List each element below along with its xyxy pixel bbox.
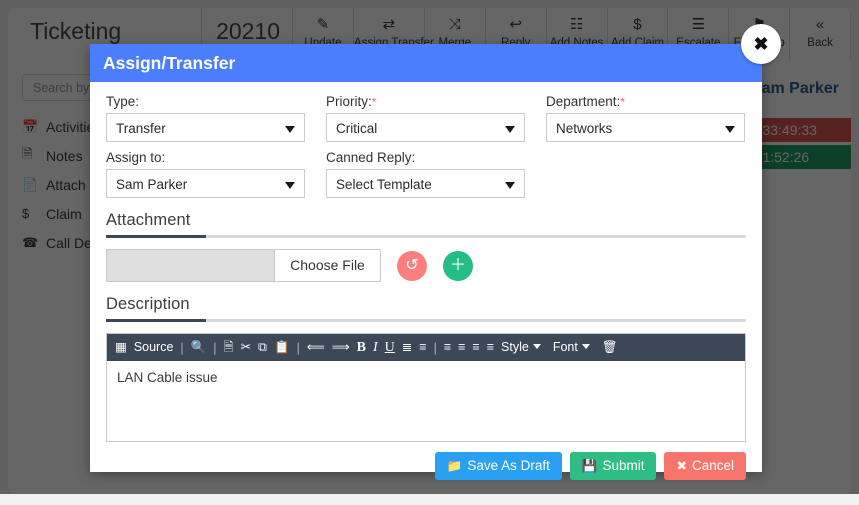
canned-reply-value: Select Template (336, 177, 432, 192)
new-page-icon[interactable]: 🗎 (224, 334, 234, 361)
align-center-icon[interactable]: ≡ (458, 334, 465, 361)
field-priority: Priority:* Critical (326, 94, 525, 142)
field-spacer (546, 150, 745, 198)
style-dropdown[interactable]: Style (501, 334, 529, 361)
justify-icon[interactable]: ≡ (487, 334, 494, 361)
type-select[interactable]: Transfer (106, 113, 305, 142)
field-assign-to: Assign to: Sam Parker (106, 150, 305, 198)
chevron-down-icon (505, 182, 515, 189)
department-label: Department:* (546, 94, 745, 109)
modal-title: Assign/Transfer (103, 52, 236, 73)
save-as-draft-button[interactable]: 📁 Save As Draft (434, 452, 562, 480)
department-value: Networks (556, 121, 613, 136)
plus-icon: ＋ (449, 256, 466, 274)
modal-footer: 📁 Save As Draft 💾 Submit ✖ Cancel (90, 442, 762, 480)
priority-select[interactable]: Critical (326, 113, 525, 142)
cut-icon[interactable]: ✂ (241, 334, 251, 361)
chevron-down-icon (532, 344, 541, 349)
align-right-icon[interactable]: ≡ (472, 334, 479, 361)
choose-file-button[interactable]: Choose File (275, 250, 380, 281)
close-icon: ✖ (676, 459, 687, 473)
chevron-down-icon (505, 126, 515, 133)
bullet-list-icon[interactable]: ≡ (419, 334, 426, 361)
search-icon[interactable]: 🔍 (191, 334, 207, 361)
attachment-heading: Attachment (106, 211, 191, 229)
italic-icon[interactable]: I (373, 334, 378, 361)
canned-reply-label: Canned Reply: (326, 150, 416, 165)
reset-attachment-button[interactable]: ↺ (397, 250, 427, 281)
file-input[interactable]: Choose File (106, 249, 381, 282)
form-row-2: Assign to: Sam Parker Canned Reply: Sele… (106, 150, 746, 198)
paste-icon[interactable]: 📋 (274, 334, 290, 361)
form-row-1: Type: Transfer Priority:* Critical Depar… (106, 94, 746, 142)
department-select[interactable]: Networks (546, 113, 745, 142)
attachment-row: Choose File ↺ ＋ (106, 249, 746, 282)
align-left-icon[interactable]: ≡ (444, 334, 451, 361)
required-marker: * (620, 95, 625, 109)
submit-label: Submit (602, 458, 645, 473)
description-divider (106, 319, 746, 322)
type-label: Type: (106, 94, 140, 109)
close-modal-button[interactable]: ✖ (741, 24, 781, 64)
save-disk-icon: 💾 (581, 459, 598, 473)
canned-reply-select[interactable]: Select Template (326, 169, 525, 198)
redo-icon[interactable]: ⟹ (332, 334, 350, 361)
cancel-button[interactable]: ✖ Cancel (664, 452, 746, 480)
source-button[interactable]: Source (134, 334, 174, 361)
font-dropdown[interactable]: Font (553, 334, 578, 361)
assign-to-select[interactable]: Sam Parker (106, 169, 305, 198)
undo-circle-icon: ↺ (405, 256, 419, 274)
chevron-down-icon (285, 182, 295, 189)
folder-icon: 📁 (446, 459, 463, 473)
field-department: Department:* Networks (546, 94, 745, 142)
copy-icon[interactable]: ⧉ (258, 334, 267, 361)
priority-label: Priority:* (326, 94, 525, 109)
chevron-down-icon (285, 126, 295, 133)
required-marker: * (371, 95, 377, 109)
toolbar-separator: | (433, 340, 437, 355)
toolbar-separator: | (180, 340, 184, 355)
rich-text-editor: ▦ Source | 🔍 | 🗎 ✂ ⧉ 📋 | ⟸ ⟹ B I U ≣ ≡ |… (106, 333, 746, 442)
field-type: Type: Transfer (106, 94, 305, 142)
cancel-label: Cancel (691, 458, 734, 473)
bold-icon[interactable]: B (357, 334, 366, 361)
description-heading: Description (106, 295, 190, 313)
assign-transfer-modal: Assign/Transfer Type: Transfer Priority:… (90, 44, 762, 480)
undo-icon[interactable]: ⟸ (307, 334, 325, 361)
description-textarea[interactable]: LAN Cable issue (107, 361, 745, 441)
assign-to-label: Assign to: (106, 150, 166, 165)
chevron-down-icon (581, 344, 590, 349)
assign-to-value: Sam Parker (116, 177, 188, 192)
source-code-icon[interactable]: ▦ (115, 334, 127, 361)
trash-icon[interactable]: 🗑 (602, 334, 618, 361)
save-as-draft-label: Save As Draft (467, 458, 550, 473)
file-name-display (107, 250, 275, 281)
modal-body: Type: Transfer Priority:* Critical Depar… (90, 82, 762, 442)
editor-toolbar: ▦ Source | 🔍 | 🗎 ✂ ⧉ 📋 | ⟸ ⟹ B I U ≣ ≡ |… (107, 334, 745, 361)
attachment-divider (106, 235, 746, 238)
toolbar-separator: | (213, 340, 217, 355)
priority-label-text: Priority: (326, 94, 372, 109)
field-canned-reply: Canned Reply: Select Template (326, 150, 525, 198)
submit-button[interactable]: 💾 Submit (569, 452, 657, 480)
underline-icon[interactable]: U (385, 334, 395, 361)
toolbar-separator: | (296, 340, 300, 355)
numbered-list-icon[interactable]: ≣ (402, 334, 412, 361)
priority-value: Critical (336, 121, 378, 136)
type-value: Transfer (116, 121, 166, 136)
department-label-text: Department: (546, 94, 621, 109)
chevron-down-icon (725, 126, 735, 133)
modal-header: Assign/Transfer (90, 44, 762, 82)
add-attachment-button[interactable]: ＋ (443, 250, 473, 281)
